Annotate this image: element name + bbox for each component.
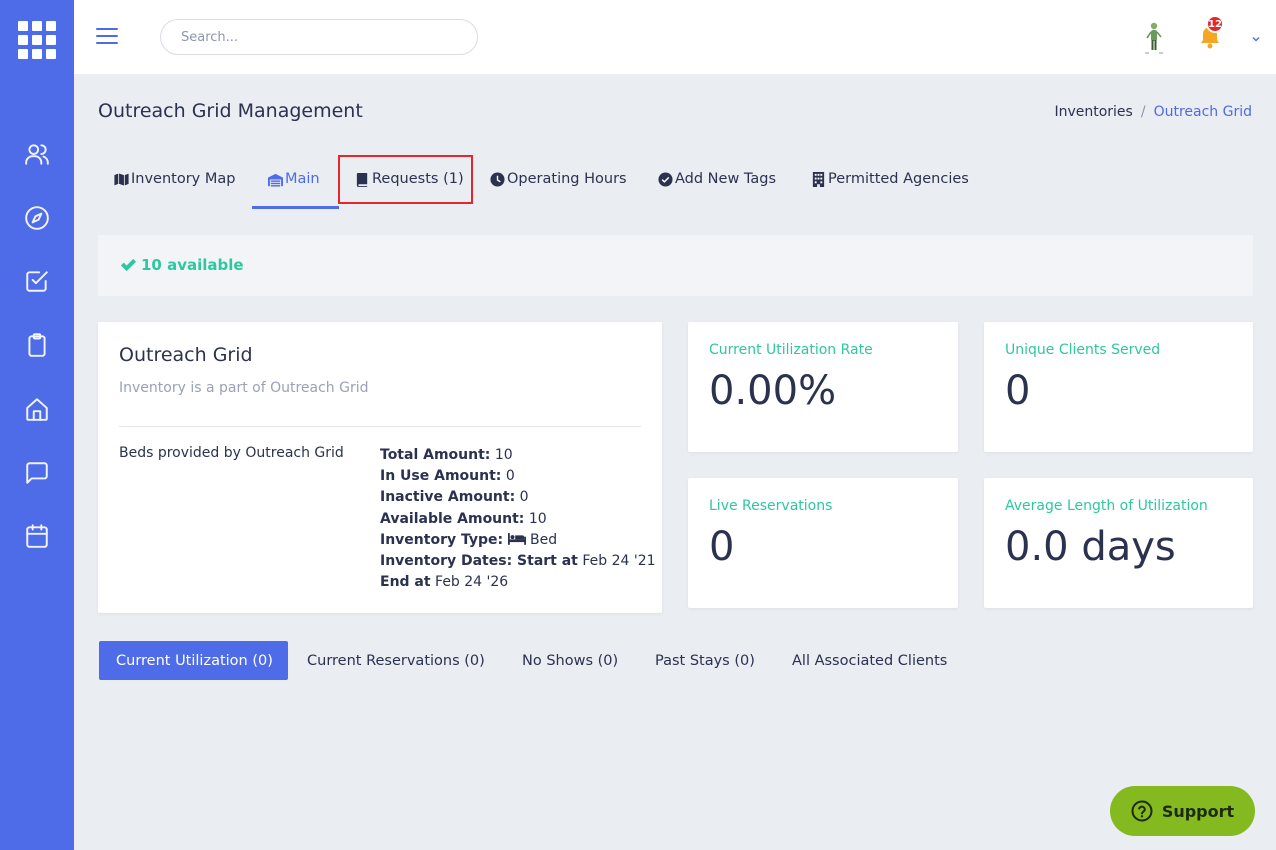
stat-label: Unique Clients Served [1005,342,1161,358]
inventory-dates-label: Inventory Dates: [380,553,513,570]
available-amount-label: Available Amount: [380,510,525,527]
inactive-amount-label: Inactive Amount: [380,489,516,506]
active-tab-indicator [252,206,339,209]
stat-value: 0 [709,524,735,570]
requests-highlight-box [338,155,473,204]
tab-past-stays[interactable]: Past Stays (0) [638,641,772,680]
search-input[interactable] [160,19,478,55]
breadcrumb-inventories[interactable]: Inventories [1054,104,1132,120]
breadcrumb: Inventories / Outreach Grid [1054,104,1252,120]
map-icon [114,172,129,186]
available-amount-value: 10 [524,510,547,527]
inventory-subtitle: Inventory is a part of Outreach Grid [119,380,369,396]
end-at-label: End at [380,574,431,591]
avatar[interactable] [1142,20,1166,56]
sidebar [0,0,74,850]
inventory-info-card: Outreach Grid Inventory is a part of Out… [98,322,662,613]
in-use-amount-value: 0 [501,468,515,485]
end-at-row: End at Feb 24 '26 [380,572,656,593]
notification-badge: 12 [1206,15,1224,33]
menu-toggle-icon[interactable] [96,28,118,46]
tab-permitted-agencies[interactable]: Permitted Agencies [811,154,969,204]
inventory-title: Outreach Grid [119,344,253,366]
users-icon[interactable] [24,141,50,167]
double-check-icon [120,258,137,271]
tab-label: Operating Hours [507,171,627,187]
top-header: 12 [74,0,1276,74]
tab-operating-hours[interactable]: Operating Hours [490,154,627,204]
inventory-type-label: Inventory Type: [380,531,504,548]
stat-value: 0.0 days [1005,524,1176,570]
breadcrumb-current: Outreach Grid [1153,104,1252,120]
availability-banner: 10 available [98,235,1253,296]
home-icon[interactable] [24,396,50,422]
start-at-label: Start at [512,553,578,570]
stat-value: 0.00% [709,368,837,414]
chat-icon[interactable] [24,460,50,486]
inactive-amount-row: Inactive Amount: 0 [380,487,656,508]
stat-card-live-reservations: Live Reservations 0 [688,478,958,608]
clipboard-icon[interactable] [24,332,50,358]
inventory-type-value: Bed [525,531,558,548]
tab-current-reservations[interactable]: Current Reservations (0) [290,641,502,680]
support-label: Support [1161,801,1235,821]
compass-icon[interactable] [24,205,50,231]
tab-label: Inventory Map [131,171,236,187]
total-amount-row: Total Amount: 10 [380,445,656,466]
in-use-amount-row: In Use Amount: 0 [380,466,656,487]
apps-grid-icon[interactable] [18,21,56,59]
inactive-amount-value: 0 [515,489,529,506]
availability-status: 10 available [120,256,244,274]
tab-current-utilization[interactable]: Current Utilization (0) [99,641,288,680]
total-amount-label: Total Amount: [380,447,491,463]
beds-provided-label: Beds provided by Outreach Grid [119,445,344,461]
tab-add-new-tags[interactable]: Add New Tags [658,154,776,204]
clock-icon [490,171,505,187]
in-use-amount-label: In Use Amount: [380,468,502,485]
tab-main[interactable]: Main [268,154,320,204]
checkbox-icon[interactable] [24,268,50,294]
warehouse-icon [268,173,283,187]
available-amount-row: Available Amount: 10 [380,509,656,530]
page-title: Outreach Grid Management [98,100,363,122]
tab-label: Main [285,171,320,187]
tab-label: Permitted Agencies [828,171,969,187]
help-circle-icon [1131,800,1153,822]
calendar-icon[interactable] [24,523,50,549]
inventory-details: Total Amount: 10 In Use Amount: 0 Inacti… [380,445,656,593]
start-at-value: Feb 24 '21 [577,553,656,570]
availability-text: 10 available [141,256,244,274]
divider [119,426,641,427]
tab-all-associated-clients[interactable]: All Associated Clients [775,641,964,680]
breadcrumb-separator: / [1140,104,1146,120]
tab-no-shows[interactable]: No Shows (0) [505,641,635,680]
end-at-value: Feb 24 '26 [430,574,509,591]
stat-label: Average Length of Utilization [1005,498,1208,514]
tab-label: Add New Tags [675,171,777,187]
stat-card-utilization-rate: Current Utilization Rate 0.00% [688,322,958,452]
stat-value: 0 [1005,368,1031,414]
stat-card-unique-clients: Unique Clients Served 0 [984,322,1253,452]
building-icon [812,171,825,187]
inventory-dates-row: Inventory Dates: Start at Feb 24 '21 [380,551,656,572]
stat-label: Live Reservations [709,498,833,514]
chevron-down-icon[interactable] [1250,30,1262,42]
support-button[interactable]: Support [1110,786,1255,836]
bed-icon [507,532,526,545]
check-circle-icon [658,171,673,187]
total-amount-value: 10 [490,447,513,463]
stat-card-average-length: Average Length of Utilization 0.0 days [984,478,1253,608]
stat-label: Current Utilization Rate [709,342,873,358]
inventory-type-row: Inventory Type: Bed [380,530,656,551]
tab-inventory-map[interactable]: Inventory Map [114,154,235,204]
